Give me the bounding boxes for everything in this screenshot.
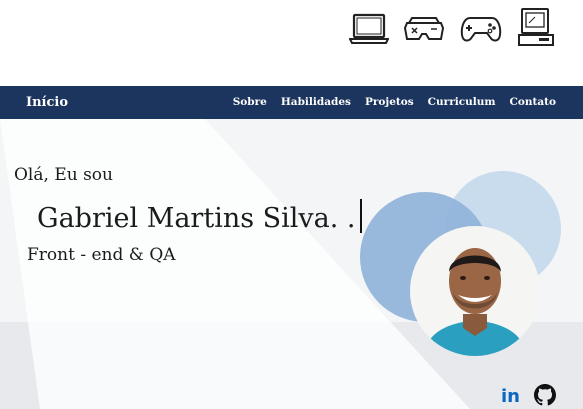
linkedin-text: in xyxy=(501,386,520,406)
nav-link-habilidades[interactable]: Habilidades xyxy=(281,96,351,108)
hero-name-text: Gabriel Martins Silva. . xyxy=(37,203,356,234)
hero-section: Olá, Eu sou Gabriel Martins Silva. . Fro… xyxy=(0,119,583,409)
nav-links: Sobre Habilidades Projetos Curriculum Co… xyxy=(233,96,556,108)
laptop-icon xyxy=(349,13,389,44)
main-navbar: Início Sobre Habilidades Projetos Curric… xyxy=(0,86,583,119)
nav-link-sobre[interactable]: Sobre xyxy=(233,96,267,108)
hero-role: Front - end & QA xyxy=(27,245,176,265)
github-icon[interactable] xyxy=(534,384,556,406)
hero-greeting: Olá, Eu sou xyxy=(14,165,113,185)
nav-link-projetos[interactable]: Projetos xyxy=(365,96,414,108)
nav-link-curriculum[interactable]: Curriculum xyxy=(428,96,496,108)
avatar xyxy=(410,226,540,356)
linkedin-icon[interactable]: in xyxy=(500,384,522,406)
desktop-computer-icon xyxy=(518,8,554,46)
gamepad-icon xyxy=(460,17,502,42)
profile-decoration xyxy=(360,171,561,356)
nav-home-link[interactable]: Início xyxy=(26,95,68,110)
hero-name: Gabriel Martins Silva. . xyxy=(37,199,362,234)
nav-link-contato[interactable]: Contato xyxy=(509,96,556,108)
header-icons xyxy=(0,0,583,86)
vr-headset-icon xyxy=(403,17,445,40)
